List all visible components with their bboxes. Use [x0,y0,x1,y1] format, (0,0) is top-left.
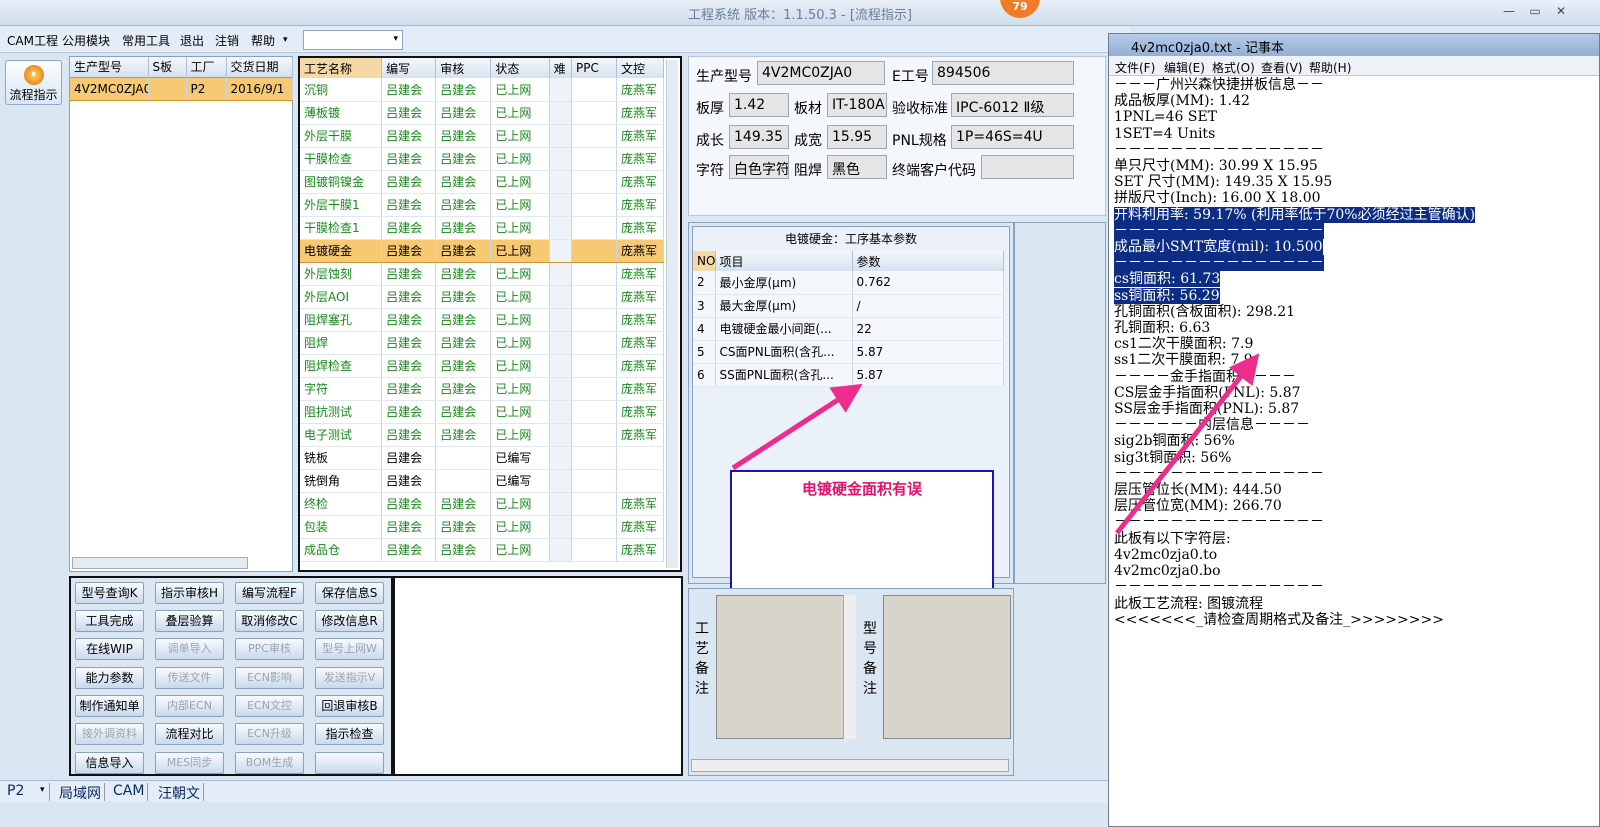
tab-cam[interactable]: CAM [110,783,149,801]
chevron-down-icon: ▾ [40,785,45,795]
arrow-to-params [731,383,863,471]
tab-lan[interactable]: 局域网 [56,783,105,802]
arrow-to-notepad [1115,353,1260,535]
status-bar: P2 ▾ 局域网 CAM 汪朝文 [0,780,1108,802]
tab-user[interactable]: 汪朝文 [155,783,204,802]
annotation-arrows [731,353,1260,535]
